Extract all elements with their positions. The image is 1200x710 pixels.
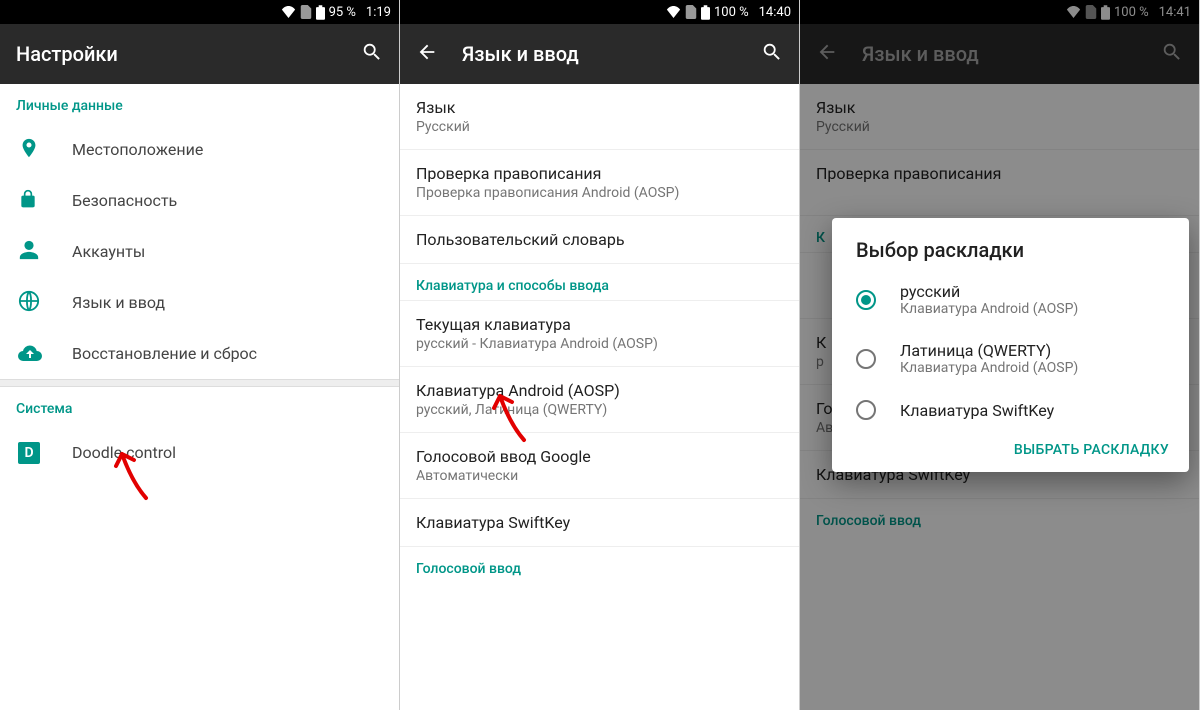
option-title: Латиница (QWERTY) [900, 341, 1078, 360]
item-backup[interactable]: Восстановление и сброс [0, 328, 399, 379]
doodle-icon: D [18, 442, 40, 464]
item-subtitle: русский, Латиница (QWERTY) [416, 402, 783, 418]
option-title: Клавиатура SwiftKey [900, 401, 1054, 420]
item-location[interactable]: Местоположение [0, 124, 399, 175]
account-icon [18, 239, 40, 265]
radio-option-swiftkey[interactable]: Клавиатура SwiftKey [832, 388, 1189, 432]
item-aosp-keyboard[interactable]: Клавиатура Android (AOSP) русский, Латин… [400, 367, 799, 433]
dialog-layout-picker: Выбор раскладки русский Клавиатура Andro… [832, 218, 1189, 472]
radio-icon [856, 400, 876, 420]
item-swiftkey[interactable]: Клавиатура SwiftKey [400, 499, 799, 547]
section-keyboard: Клавиатура и способы ввода [400, 264, 799, 301]
lock-icon [18, 188, 38, 214]
modal-scrim-top [800, 0, 1199, 84]
status-bar: 100 % 14:40 [400, 0, 799, 24]
item-label: Аккаунты [72, 242, 383, 261]
search-icon[interactable] [361, 41, 383, 67]
location-icon [18, 137, 40, 163]
dialog-title: Выбор раскладки [832, 238, 1189, 270]
battery-icon [701, 5, 710, 20]
item-label: Язык и ввод [72, 293, 383, 312]
wifi-icon [666, 6, 681, 18]
item-label: Безопасность [72, 191, 383, 210]
radio-icon [856, 290, 876, 310]
item-title: Язык [416, 98, 783, 117]
section-system: Система [0, 387, 399, 427]
item-accounts[interactable]: Аккаунты [0, 226, 399, 277]
content: Язык Русский Проверка правописания Прове… [400, 84, 799, 710]
divider [0, 379, 399, 387]
search-icon[interactable] [761, 41, 783, 67]
section-personal: Личные данные [0, 84, 399, 124]
radio-icon [856, 349, 876, 369]
item-subtitle: Русский [416, 119, 783, 135]
item-title: Голосовой ввод Google [416, 447, 783, 466]
item-current-keyboard[interactable]: Текущая клавиатура русский - Клавиатура … [400, 301, 799, 367]
screen-language-input: 100 % 14:40 Язык и ввод Язык Русский Про… [400, 0, 800, 710]
app-bar: Настройки [0, 24, 399, 84]
item-label: Восстановление и сброс [72, 344, 383, 363]
content: Личные данные Местоположение Безопасност… [0, 84, 399, 710]
item-security[interactable]: Безопасность [0, 175, 399, 226]
dialog-action-choose[interactable]: ВЫБРАТЬ РАСКЛАДКУ [832, 432, 1189, 464]
wifi-icon [281, 6, 296, 18]
sim-icon [685, 5, 697, 19]
globe-icon [18, 290, 40, 316]
item-title: Пользовательский словарь [416, 230, 783, 249]
app-bar: Язык и ввод [400, 24, 799, 84]
battery-pct: 95 % [329, 5, 356, 20]
item-subtitle: русский - Клавиатура Android (AOSP) [416, 336, 783, 352]
sim-icon [300, 5, 312, 19]
back-arrow-icon[interactable] [416, 41, 438, 67]
item-language-input[interactable]: Язык и ввод [0, 277, 399, 328]
item-label: Местоположение [72, 140, 383, 159]
clock: 14:40 [759, 5, 791, 20]
page-title: Язык и ввод [462, 42, 737, 66]
screen-settings: 95 % 1:19 Настройки Личные данные Местоп… [0, 0, 400, 710]
clock: 1:19 [366, 5, 391, 20]
item-title: Текущая клавиатура [416, 315, 783, 334]
item-dictionary[interactable]: Пользовательский словарь [400, 216, 799, 264]
option-subtitle: Клавиатура Android (AOSP) [900, 301, 1078, 317]
status-bar: 95 % 1:19 [0, 0, 399, 24]
item-doodle[interactable]: D Doodle control [0, 427, 399, 478]
item-title: Проверка правописания [416, 164, 783, 183]
item-subtitle: Проверка правописания Android (AOSP) [416, 185, 783, 201]
item-title: Клавиатура Android (AOSP) [416, 381, 783, 400]
page-title: Настройки [16, 42, 337, 66]
battery-pct: 100 % [714, 5, 749, 20]
cloud-upload-icon [18, 343, 42, 365]
item-language[interactable]: Язык Русский [400, 84, 799, 150]
item-subtitle: Автоматически [416, 468, 783, 484]
battery-icon [316, 5, 325, 20]
item-google-voice[interactable]: Голосовой ввод Google Автоматически [400, 433, 799, 499]
radio-option-russian[interactable]: русский Клавиатура Android (AOSP) [832, 270, 1189, 329]
item-spellcheck[interactable]: Проверка правописания Проверка правописа… [400, 150, 799, 216]
section-voice: Голосовой ввод [400, 547, 799, 583]
option-title: русский [900, 282, 1078, 301]
item-title: Клавиатура SwiftKey [416, 513, 783, 532]
radio-option-latin[interactable]: Латиница (QWERTY) Клавиатура Android (AO… [832, 329, 1189, 388]
item-label: Doodle control [72, 443, 383, 462]
option-subtitle: Клавиатура Android (AOSP) [900, 360, 1078, 376]
screen-layout-dialog: 100 % 14:41 Язык и ввод Язык Русский Про… [800, 0, 1200, 710]
